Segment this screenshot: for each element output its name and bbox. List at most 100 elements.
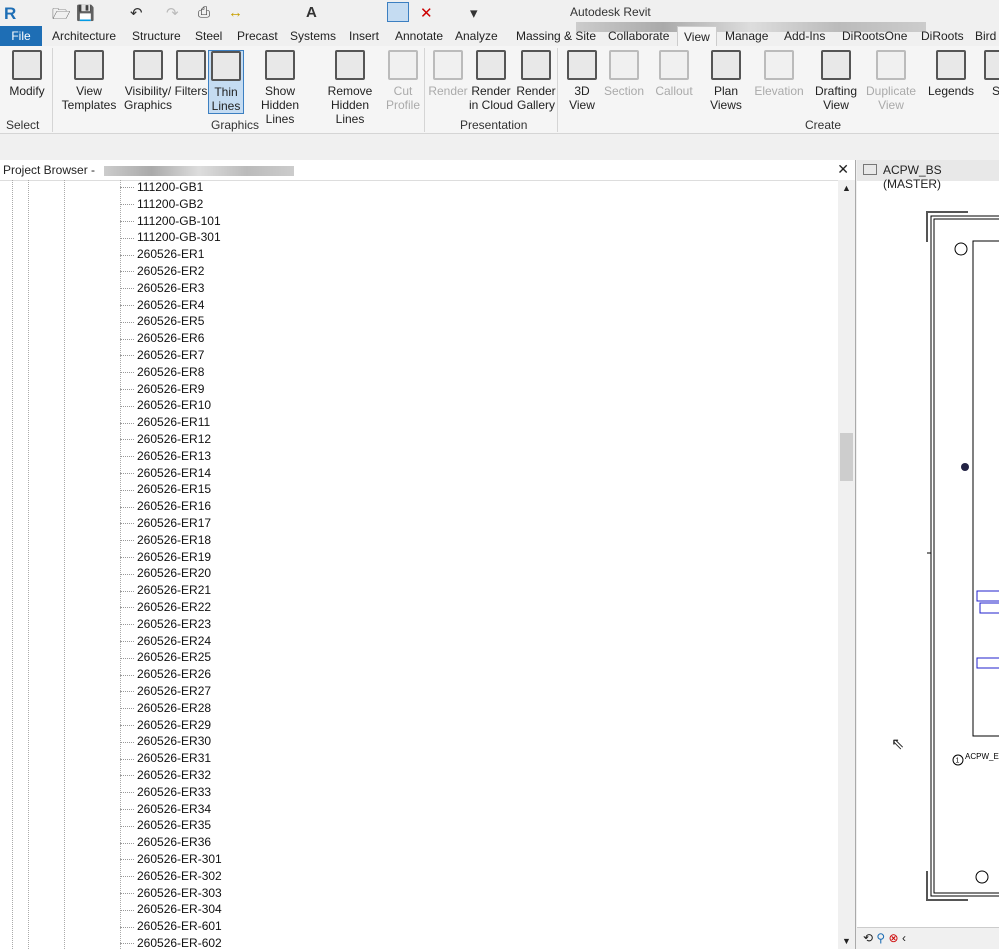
tab-file[interactable]: File [0, 26, 42, 46]
thin-lines-qa-icon[interactable] [387, 2, 409, 22]
thin-lines-button[interactable]: Thin Lines [208, 50, 244, 114]
tab-dirootsone[interactable]: DiRootsOne [836, 26, 913, 46]
view-pane[interactable]: ACPW_BS (MASTER) 1 ACPW_E ⇖ ⟲ ⚲ ⊗ ‹ [857, 160, 999, 949]
browser-item[interactable]: 260526-ER12 [120, 431, 211, 448]
measure-icon[interactable]: ↔ [228, 4, 243, 21]
legends-button[interactable]: Legends [926, 50, 976, 98]
tab-architecture[interactable]: Architecture [46, 26, 122, 46]
browser-item[interactable]: 260526-ER3 [120, 280, 204, 297]
browser-item[interactable]: 260526-ER9 [120, 381, 204, 398]
modify-button[interactable]: Modify [2, 50, 52, 98]
tab-manage[interactable]: Manage [719, 26, 774, 46]
panel-label-select[interactable]: Select [6, 118, 39, 132]
browser-item[interactable]: 260526-ER36 [120, 834, 211, 851]
browser-item[interactable]: 260526-ER27 [120, 683, 211, 700]
elevation-button[interactable]: Elevation [754, 50, 804, 98]
browser-item[interactable]: 260526-ER2 [120, 263, 204, 280]
render-in-cloud-button[interactable]: Render in Cloud [468, 50, 514, 112]
redo-icon[interactable]: ↷ [166, 4, 179, 22]
browser-item[interactable]: 260526-ER-303 [120, 885, 222, 902]
browser-item[interactable]: 260526-ER25 [120, 649, 211, 666]
browser-item[interactable]: 260526-ER13 [120, 448, 211, 465]
render-gallery-button[interactable]: Render Gallery [514, 50, 558, 112]
scroll-up-icon[interactable]: ▲ [842, 183, 851, 193]
tab-analyze[interactable]: Analyze [449, 26, 504, 46]
browser-item[interactable]: 260526-ER14 [120, 465, 211, 482]
browser-item[interactable]: 260526-ER17 [120, 515, 211, 532]
tab-annotate[interactable]: Annotate [389, 26, 449, 46]
reveal-hidden-icon[interactable]: ⊗ [889, 931, 899, 945]
browser-item[interactable]: 260526-ER16 [120, 498, 211, 515]
plan-views-button[interactable]: Plan Views [706, 50, 746, 112]
browser-item[interactable]: 260526-ER30 [120, 733, 211, 750]
browser-item[interactable]: 260526-ER11 [120, 414, 210, 431]
tab-view[interactable]: View [677, 26, 717, 46]
browser-item[interactable]: 260526-ER-602 [120, 935, 222, 949]
cut-profile-button[interactable]: Cut Profile [386, 50, 420, 112]
revit-logo-icon[interactable]: R [4, 4, 16, 24]
show-hidden-lines-button[interactable]: Show Hidden Lines [246, 50, 314, 126]
browser-item[interactable]: 260526-ER-301 [120, 851, 222, 868]
tab-bird[interactable]: Bird [969, 26, 999, 46]
print-icon[interactable]: ⎙ [198, 4, 210, 21]
view-tab[interactable]: ACPW_BS (MASTER) [857, 160, 999, 191]
tab-systems[interactable]: Systems [284, 26, 342, 46]
browser-item[interactable]: 260526-ER15 [120, 481, 211, 498]
browser-item[interactable]: 111200-GB-301 [120, 229, 221, 246]
customize-icon[interactable]: ▾ [470, 4, 478, 22]
sc-button[interactable]: Sc [984, 50, 999, 98]
tab-steel[interactable]: Steel [189, 26, 228, 46]
browser-item[interactable]: 260526-ER6 [120, 330, 204, 347]
browser-item[interactable]: 260526-ER31 [120, 750, 211, 767]
browser-item[interactable]: 260526-ER20 [120, 565, 211, 582]
browser-item[interactable]: 260526-ER-601 [120, 918, 222, 935]
browser-item[interactable]: 260526-ER23 [120, 616, 211, 633]
save-icon[interactable]: 💾 [76, 4, 95, 22]
browser-item[interactable]: 260526-ER24 [120, 633, 211, 650]
close-icon[interactable]: ✕ [837, 161, 849, 178]
tab-diroots[interactable]: DiRoots [915, 26, 970, 46]
browser-item[interactable]: 111200-GB2 [120, 196, 203, 213]
browser-item[interactable]: 260526-ER33 [120, 784, 211, 801]
worksharing-icon[interactable]: ⟲ [863, 931, 873, 945]
tab-massing-site[interactable]: Massing & Site [510, 26, 602, 46]
pin-icon[interactable]: ⚲ [876, 931, 885, 945]
tab-structure[interactable]: Structure [126, 26, 187, 46]
collapse-icon[interactable]: ‹ [902, 931, 906, 945]
section-button[interactable]: Section [604, 50, 644, 98]
tab-add-ins[interactable]: Add-Ins [778, 26, 831, 46]
browser-item[interactable]: 260526-ER35 [120, 817, 211, 834]
browser-item[interactable]: 111200-GB1 [120, 180, 203, 196]
remove-hidden-lines-button[interactable]: Remove Hidden Lines [316, 50, 384, 126]
callout-button[interactable]: Callout [652, 50, 696, 98]
browser-item[interactable]: 260526-ER34 [120, 801, 211, 818]
scroll-down-icon[interactable]: ▼ [842, 936, 851, 946]
3d-view-button[interactable]: 3D View [563, 50, 601, 112]
browser-item[interactable]: 260526-ER26 [120, 666, 211, 683]
browser-item[interactable]: 260526-ER5 [120, 313, 204, 330]
browser-item[interactable]: 260526-ER10 [120, 397, 211, 414]
browser-item[interactable]: 260526-ER32 [120, 767, 211, 784]
browser-item[interactable]: 260526-ER29 [120, 717, 211, 734]
browser-item[interactable]: 260526-ER19 [120, 549, 211, 566]
close-hidden-icon[interactable]: ✕ [420, 4, 433, 22]
browser-item[interactable]: 260526-ER4 [120, 297, 204, 314]
browser-item[interactable]: 260526-ER-304 [120, 901, 222, 918]
browser-item[interactable]: 260526-ER28 [120, 700, 211, 717]
view-templates-button[interactable]: View Templates [60, 50, 118, 112]
filters-button[interactable]: Filters [172, 50, 210, 98]
browser-item[interactable]: 111200-GB-101 [120, 213, 221, 230]
browser-item[interactable]: 260526-ER7 [120, 347, 204, 364]
undo-icon[interactable]: ↶ [130, 4, 143, 22]
duplicate-view-button[interactable]: Duplicate View [864, 50, 918, 112]
browser-item[interactable]: 260526-ER1 [120, 246, 204, 263]
browser-item[interactable]: 260526-ER22 [120, 599, 211, 616]
tab-precast[interactable]: Precast [231, 26, 284, 46]
drafting-view-button[interactable]: Drafting View [812, 50, 860, 112]
browser-item[interactable]: 260526-ER18 [120, 532, 211, 549]
browser-item[interactable]: 260526-ER-302 [120, 868, 222, 885]
render-button[interactable]: Render [426, 50, 470, 98]
scroll-thumb[interactable] [840, 433, 853, 481]
text-icon[interactable]: A [306, 4, 317, 21]
browser-item[interactable]: 260526-ER21 [120, 582, 211, 599]
